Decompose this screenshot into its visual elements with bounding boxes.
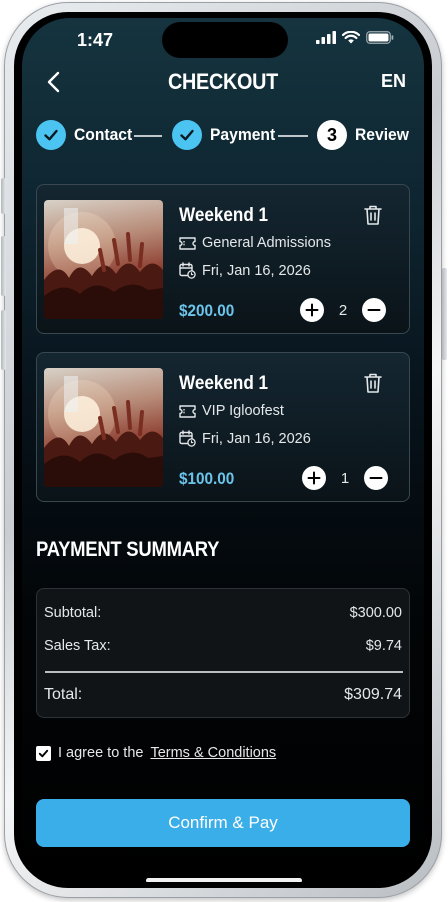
- checkout-stepper: Contact Payment 3 Review: [36, 120, 416, 152]
- dynamic-island: [162, 22, 288, 58]
- crowd-image-icon: [44, 208, 163, 319]
- step-label: Payment: [210, 125, 276, 144]
- increase-quantity-button[interactable]: [300, 298, 324, 322]
- quantity-value: 1: [340, 469, 350, 487]
- minus-icon: [367, 309, 381, 311]
- quantity-value: 2: [338, 301, 348, 319]
- step-label: Contact: [74, 125, 133, 144]
- sales-tax-row: Sales Tax: $9.74: [44, 638, 402, 654]
- cart-item: Weekend 1 General Admissions Fri, Jan 16…: [36, 184, 410, 334]
- action-button: [1, 178, 6, 214]
- volume-up-button: [1, 236, 6, 296]
- checkmark-icon: [38, 749, 49, 757]
- total-value: $309.74: [344, 686, 402, 703]
- subtotal-row: Subtotal: $300.00: [44, 605, 402, 621]
- crowd-image-icon: [44, 376, 163, 487]
- event-date-row: Fri, Jan 16, 2026: [179, 262, 311, 279]
- power-button: [442, 268, 447, 360]
- status-icons: [316, 31, 394, 44]
- nav-bar: CHECKOUT EN: [22, 66, 424, 98]
- terms-checkbox[interactable]: [36, 745, 51, 761]
- language-switch[interactable]: EN: [381, 71, 406, 92]
- confirm-pay-button[interactable]: Confirm & Pay: [36, 799, 410, 847]
- trash-icon[interactable]: [363, 372, 383, 394]
- summary-heading: PAYMENT SUMMARY: [36, 538, 220, 561]
- ticket-icon: [179, 236, 196, 250]
- item-title: Weekend 1: [179, 373, 269, 394]
- payment-summary: Subtotal: $300.00 Sales Tax: $9.74 Total…: [36, 588, 410, 718]
- subtotal-label: Subtotal:: [44, 605, 102, 621]
- increase-quantity-button[interactable]: [302, 466, 326, 490]
- step-connector: [134, 135, 162, 137]
- cellular-signal-icon: [316, 31, 336, 44]
- quantity-stepper: 1: [302, 466, 388, 490]
- event-photo: [44, 368, 163, 487]
- step-review: 3 Review: [317, 120, 414, 150]
- calendar-clock-icon: [179, 262, 196, 279]
- wifi-icon: [342, 31, 360, 44]
- step-complete-check: [36, 120, 66, 150]
- plus-icon: [305, 303, 319, 317]
- checkmark-icon: [44, 129, 58, 141]
- item-price: $100.00: [179, 469, 235, 488]
- step-connector: [278, 135, 308, 137]
- trash-icon[interactable]: [363, 204, 383, 226]
- ticket-type-row: General Admissions: [179, 235, 331, 251]
- ticket-type-row: VIP Igloofest: [179, 403, 284, 419]
- ticket-type: General Admissions: [202, 235, 331, 251]
- sales-tax-value: $9.74: [365, 638, 402, 654]
- total-label: Total:: [44, 686, 83, 703]
- minus-icon: [369, 477, 383, 479]
- battery-icon: [366, 31, 394, 44]
- step-label: Review: [355, 125, 409, 144]
- event-date-row: Fri, Jan 16, 2026: [179, 430, 311, 447]
- total-row: Total: $309.74: [44, 686, 402, 704]
- volume-down-button: [1, 310, 6, 370]
- page-title: CHECKOUT: [167, 69, 279, 94]
- terms-link[interactable]: Terms & Conditions: [150, 745, 276, 761]
- step-payment: Payment: [172, 120, 281, 150]
- summary-divider: [45, 671, 403, 673]
- decrease-quantity-button[interactable]: [362, 298, 386, 322]
- step-number: 3: [317, 120, 347, 150]
- event-date: Fri, Jan 16, 2026: [202, 262, 311, 279]
- app-screen: 1:47 CHECKOUT EN Contact Payment 3 Revie…: [22, 18, 424, 882]
- terms-agreement: I agree to the Terms & Conditions: [36, 745, 276, 761]
- sales-tax-label: Sales Tax:: [44, 638, 111, 654]
- checkmark-icon: [180, 129, 194, 141]
- quantity-stepper: 2: [300, 298, 386, 322]
- decrease-quantity-button[interactable]: [364, 466, 388, 490]
- cart-item: Weekend 1 VIP Igloofest Fri, Jan 16, 202…: [36, 352, 410, 502]
- ticket-icon: [179, 404, 196, 418]
- plus-icon: [307, 471, 321, 485]
- event-photo: [44, 200, 163, 319]
- home-indicator[interactable]: [146, 878, 302, 882]
- item-price: $200.00: [179, 301, 235, 320]
- step-contact: Contact: [36, 120, 137, 150]
- item-title: Weekend 1: [179, 205, 269, 226]
- step-complete-check: [172, 120, 202, 150]
- status-time: 1:47: [77, 30, 114, 50]
- ticket-type: VIP Igloofest: [202, 403, 284, 419]
- calendar-clock-icon: [179, 430, 196, 447]
- event-date: Fri, Jan 16, 2026: [202, 430, 311, 447]
- agreement-text: I agree to the: [58, 745, 144, 761]
- subtotal-value: $300.00: [349, 605, 402, 621]
